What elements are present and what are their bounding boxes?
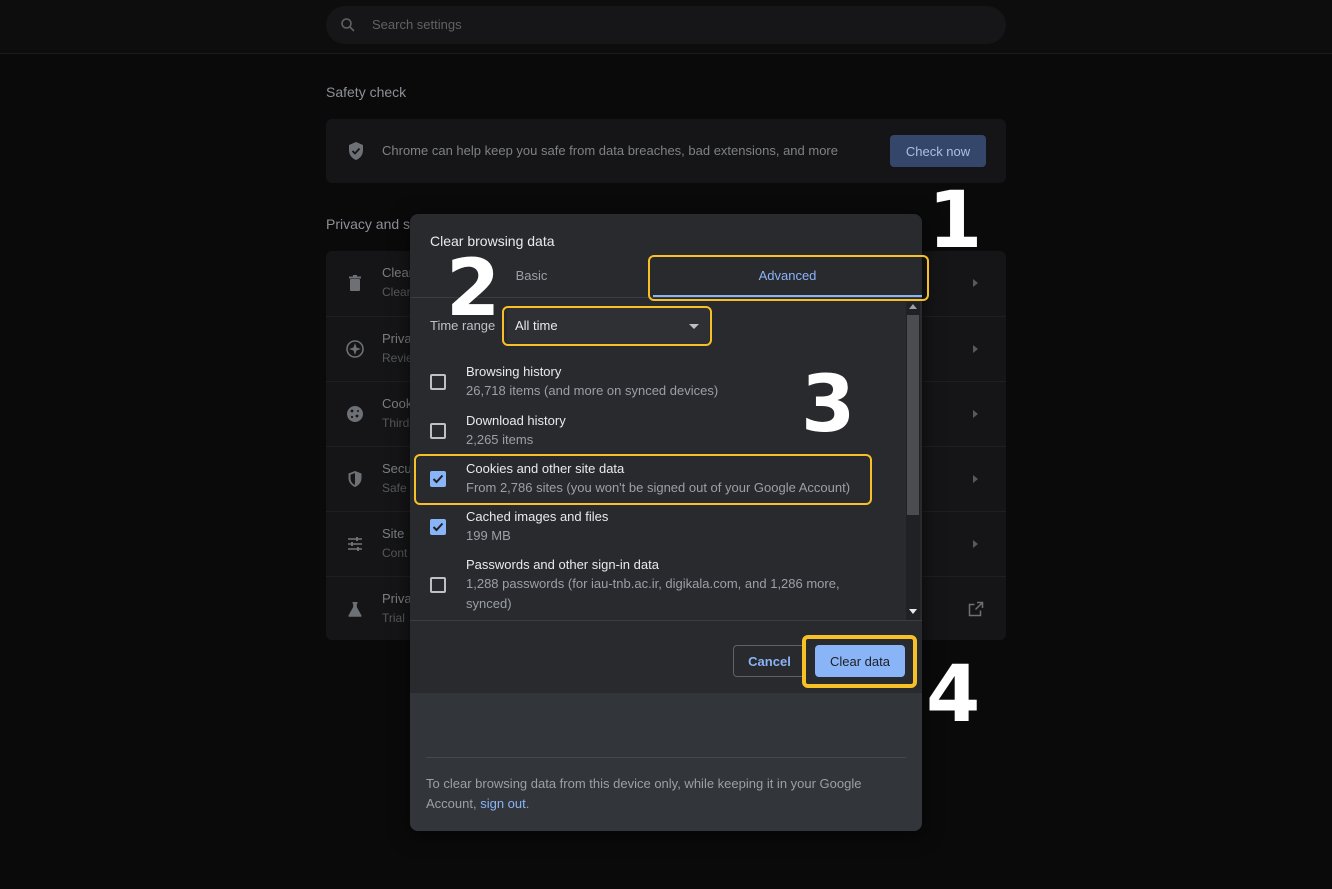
- chevron-right-icon: [973, 279, 978, 287]
- step-number-1: 1: [928, 176, 983, 266]
- tab-advanced-label: Advanced: [758, 268, 817, 283]
- scroll-up-arrow-icon[interactable]: [909, 304, 917, 309]
- search-icon: [341, 18, 355, 32]
- scroll-down-arrow-icon[interactable]: [909, 609, 917, 614]
- privacy-row-title: Site: [382, 526, 405, 541]
- privacy-row-title: Priva: [382, 591, 412, 606]
- item-title: Cached images and files: [466, 509, 609, 524]
- privacy-row-sub: Third: [382, 416, 410, 430]
- privacy-section-title: Privacy and s: [326, 216, 411, 232]
- cookie-icon: [347, 406, 363, 422]
- privacy-row-title: Cook: [382, 396, 413, 411]
- cancel-button[interactable]: Cancel: [733, 645, 806, 677]
- privacy-row-sub: Revie: [382, 351, 413, 365]
- tab-advanced[interactable]: Advanced: [653, 256, 922, 298]
- open-in-new-icon: [968, 601, 984, 617]
- checkmark-icon: [432, 522, 444, 532]
- item-passwords[interactable]: Passwords and other sign-in data 1,288 p…: [410, 555, 910, 615]
- item-title: Download history: [466, 413, 566, 428]
- privacy-row-sub: Cont: [382, 546, 408, 560]
- sliders-icon: [348, 537, 362, 551]
- item-subtitle: 1,288 passwords (for iau-tnb.ac.ir, digi…: [466, 576, 840, 611]
- safety-check-description: Chrome can help keep you safe from data …: [382, 143, 838, 158]
- tab-basic-label: Basic: [515, 268, 548, 283]
- dropdown-caret-icon: [689, 324, 699, 329]
- chevron-right-icon: [973, 345, 978, 353]
- settings-topbar: Search settings: [0, 0, 1332, 54]
- footer-text: To clear browsing data from this device …: [426, 774, 896, 814]
- flask-icon: [348, 602, 362, 617]
- list-divider: [410, 620, 922, 621]
- sign-out-link[interactable]: sign out: [480, 796, 526, 811]
- search-placeholder: Search settings: [372, 17, 462, 32]
- search-input[interactable]: Search settings: [326, 6, 1006, 44]
- privacy-row-title: Secu: [382, 461, 412, 476]
- item-title: Cookies and other site data: [466, 461, 625, 476]
- privacy-row-title: Clear: [382, 265, 414, 280]
- checkbox-download-history[interactable]: [430, 423, 446, 439]
- checkbox-cached-images[interactable]: [430, 519, 446, 535]
- chevron-right-icon: [973, 540, 978, 548]
- safety-check-card: Chrome can help keep you safe from data …: [326, 119, 1006, 183]
- step-number-2: 2: [446, 244, 501, 334]
- trash-icon: [349, 275, 361, 291]
- item-cached-images[interactable]: Cached images and files 199 MB: [410, 507, 910, 551]
- footer-period: .: [525, 796, 530, 811]
- shield-check-icon: [349, 142, 363, 160]
- shield-icon: [348, 471, 362, 487]
- step-number-4: 4: [926, 650, 981, 740]
- scrollbar-thumb[interactable]: [907, 315, 919, 515]
- checkmark-icon: [432, 474, 444, 484]
- check-now-button[interactable]: Check now: [890, 135, 986, 167]
- step-number-3: 3: [801, 360, 856, 450]
- item-cookies[interactable]: Cookies and other site data From 2,786 s…: [410, 459, 910, 503]
- clear-data-button[interactable]: Clear data: [815, 645, 905, 677]
- item-subtitle: From 2,786 sites (you won't be signed ou…: [466, 480, 851, 495]
- item-title: Browsing history: [466, 364, 562, 379]
- privacy-row-sub: Safe: [382, 481, 407, 495]
- safety-check-title: Safety check: [326, 84, 407, 100]
- chevron-right-icon: [973, 410, 978, 418]
- compass-icon: [346, 340, 364, 358]
- item-subtitle: 199 MB: [466, 528, 511, 543]
- privacy-row-sub: Clear: [382, 285, 411, 299]
- time-range-select[interactable]: All time: [507, 308, 709, 344]
- dialog-footer: To clear browsing data from this device …: [410, 693, 922, 831]
- footer-divider: [426, 757, 906, 758]
- chevron-right-icon: [973, 475, 978, 483]
- item-title: Passwords and other sign-in data: [466, 557, 659, 572]
- time-range-value: All time: [515, 318, 558, 333]
- checkbox-passwords[interactable]: [430, 577, 446, 593]
- privacy-row-title: Priva: [382, 331, 412, 346]
- checkbox-browsing-history[interactable]: [430, 374, 446, 390]
- privacy-row-sub: Trial: [382, 611, 405, 625]
- checkbox-cookies[interactable]: [430, 471, 446, 487]
